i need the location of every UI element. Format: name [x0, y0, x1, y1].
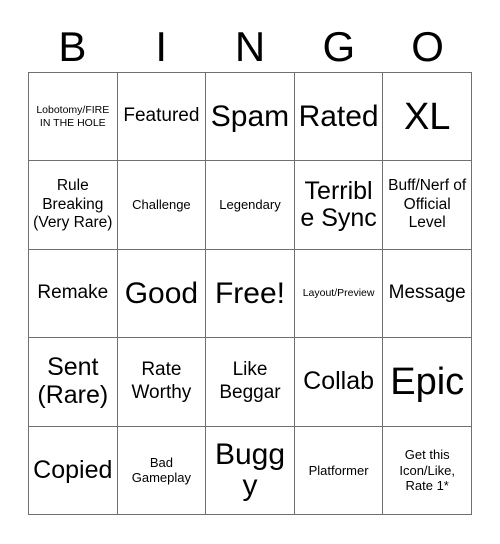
bingo-card: B I N G O Lobotomy/FIRE IN THE HOLE Featu…	[0, 0, 500, 544]
bingo-cell[interactable]: Legendary	[206, 161, 295, 250]
bingo-cell-label: Rated	[298, 99, 379, 133]
bingo-cell-label: Buff/Nerf of Official Level	[388, 177, 467, 232]
bingo-cell-label: Buggy	[214, 437, 286, 503]
bingo-cell[interactable]: Layout/Preview	[294, 249, 384, 339]
bingo-cell[interactable]: Platformer	[294, 426, 384, 515]
bingo-cell-label: Sent (Rare)	[37, 353, 109, 409]
bingo-cell[interactable]: Rated	[294, 73, 384, 162]
bingo-cell[interactable]: Challenge	[117, 161, 207, 250]
header-letter-n: N	[234, 23, 266, 70]
bingo-cell-label: Message	[388, 282, 466, 304]
bingo-cell[interactable]: Terrible Sync	[294, 161, 384, 250]
bingo-cell[interactable]: Get this Icon/Like, Rate 1*	[383, 426, 472, 515]
bingo-cell-label: Platformer	[308, 462, 369, 478]
bingo-cell-label: Lobotomy/FIRE IN THE HOLE	[36, 103, 110, 129]
bingo-cell[interactable]: Rate Worthy	[117, 338, 207, 427]
bingo-cell-label: Rule Breaking (Very Rare)	[33, 177, 113, 232]
bingo-cell-label: Rate Worthy	[131, 359, 192, 403]
bingo-cell[interactable]: Good	[117, 249, 207, 339]
bingo-cell-label: Copied	[33, 455, 113, 484]
bingo-cell-label: Remake	[37, 282, 109, 304]
bingo-cell-label: Challenge	[132, 197, 191, 213]
header-letter-i: I	[155, 23, 168, 70]
bingo-cell[interactable]: Remake	[29, 249, 118, 339]
bingo-cell[interactable]: XL	[383, 73, 472, 162]
header-letter-g: G	[322, 23, 356, 70]
bingo-cell-label: Epic	[390, 360, 465, 403]
bingo-cell-label: Spam	[210, 99, 290, 133]
bingo-cell-label: Bad Gameplay	[131, 454, 192, 486]
bingo-cell[interactable]: Collab	[294, 338, 384, 427]
bingo-cell-label: Collab	[303, 367, 375, 396]
bingo-grid: Lobotomy/FIRE IN THE HOLE Featured Spam Rat…	[28, 72, 472, 515]
bingo-cell-label: XL	[403, 95, 451, 138]
header-letter-b: B	[58, 23, 87, 70]
bingo-cell-free[interactable]: Free!	[206, 249, 295, 339]
bingo-cell[interactable]: Epic	[383, 338, 472, 427]
bingo-cell[interactable]: Lobotomy/FIRE IN THE HOLE	[29, 73, 118, 162]
bingo-cell[interactable]: Sent (Rare)	[29, 338, 118, 427]
bingo-cell[interactable]: Bad Gameplay	[117, 426, 207, 515]
bingo-cell-label: Get this Icon/Like, Rate 1*	[399, 446, 456, 494]
bingo-cell-label: Free!	[214, 276, 285, 310]
bingo-cell[interactable]: Like Beggar	[206, 338, 295, 427]
bingo-cell[interactable]: Copied	[29, 426, 118, 515]
bingo-cell[interactable]: Featured	[117, 73, 207, 162]
bingo-cell-label: Good	[124, 276, 199, 310]
bingo-header: B I N G O	[28, 22, 472, 72]
bingo-cell-label: Featured	[123, 105, 200, 127]
bingo-cell-label: Layout/Preview	[302, 287, 375, 300]
bingo-cell[interactable]: Buggy	[206, 426, 295, 515]
bingo-cell-label: Terrible Sync	[300, 176, 377, 233]
bingo-cell-label: Like Beggar	[219, 359, 281, 403]
bingo-cell[interactable]: Spam	[206, 73, 295, 162]
bingo-cell[interactable]: Rule Breaking (Very Rare)	[29, 161, 118, 250]
header-letter-o: O	[411, 23, 444, 70]
bingo-cell-label: Legendary	[219, 197, 281, 213]
bingo-cell[interactable]: Message	[383, 249, 472, 339]
bingo-cell[interactable]: Buff/Nerf of Official Level	[383, 161, 472, 250]
